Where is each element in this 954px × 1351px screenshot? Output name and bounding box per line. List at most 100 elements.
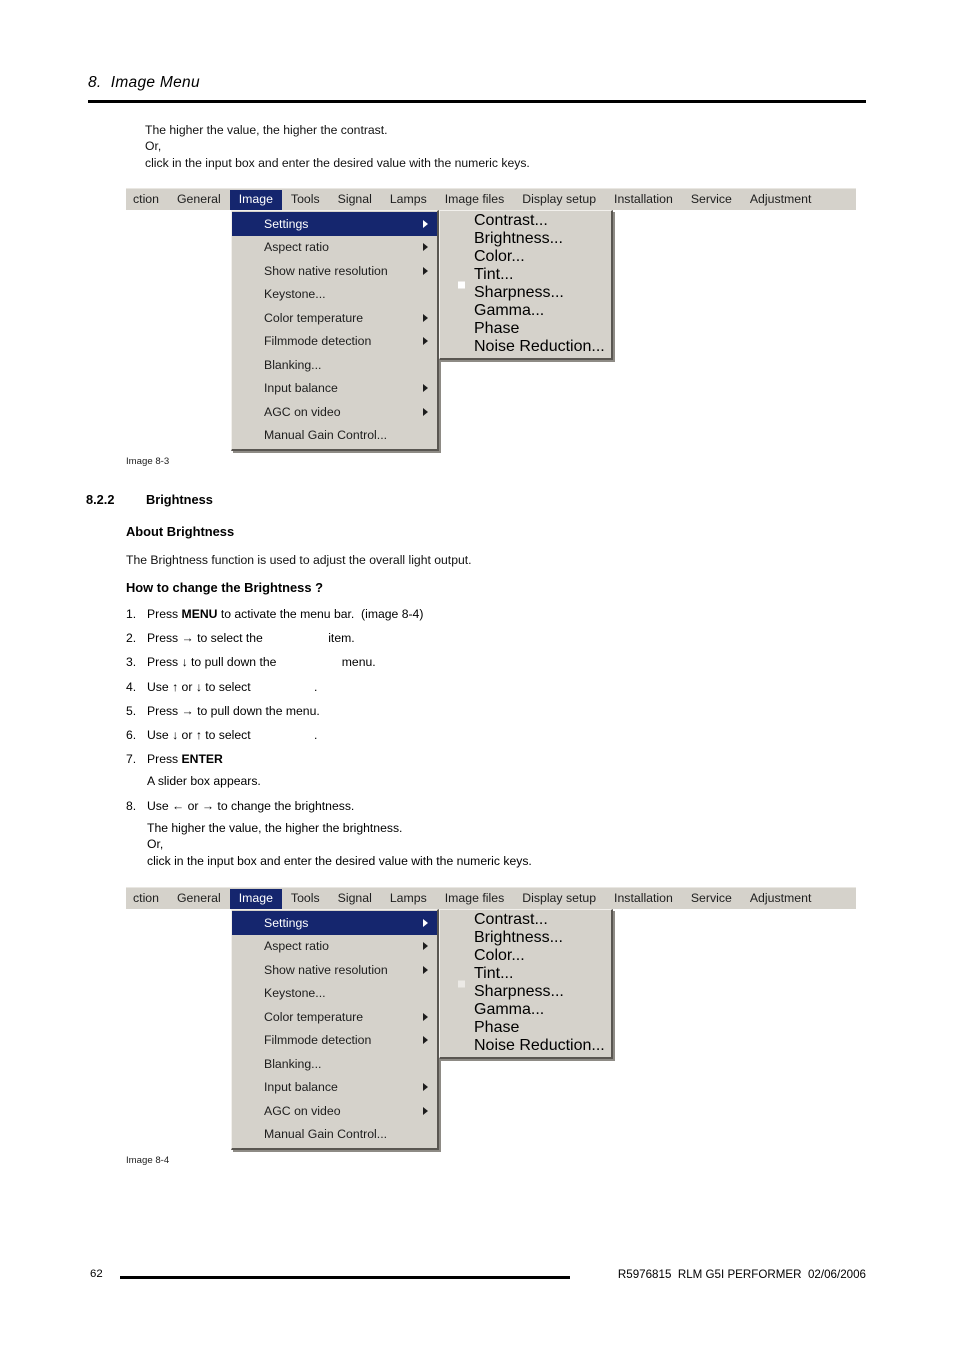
step-text: Use ↑ or ↓ to select .: [147, 679, 317, 695]
menubar-item-installation[interactable]: Installation: [605, 889, 682, 909]
settings-submenu[interactable]: Contrast... Brightness... Color... Tint.…: [439, 210, 613, 360]
submenu-item-sharpness[interactable]: Sharpness...: [440, 284, 611, 302]
submenu-item-label: Sharpness...: [474, 284, 564, 301]
chevron-right-icon: [423, 219, 428, 228]
image-dropdown-menu[interactable]: Settings Aspect ratio Show native resolu…: [231, 210, 439, 451]
menu-item-input-balance[interactable]: Input balance: [232, 1076, 437, 1100]
menu-bar[interactable]: ction General Image Tools Signal Lamps I…: [126, 188, 856, 210]
submenu-item-label: Contrast...: [474, 911, 548, 928]
submenu-item-contrast[interactable]: Contrast...: [440, 911, 611, 987]
step-index: 4.: [126, 679, 137, 694]
step-text-post: .: [314, 728, 318, 743]
menubar-item-tools[interactable]: Tools: [282, 190, 329, 210]
step-text-pre: Press: [147, 607, 182, 621]
step-index: 3.: [126, 655, 137, 670]
menu-item-input-balance[interactable]: Input balance: [232, 377, 437, 401]
step-6: 6. Use ↓ or ↑ to select .: [126, 727, 826, 743]
submenu-item-phase[interactable]: Phase: [440, 1019, 611, 1037]
menubar-item-tools[interactable]: Tools: [282, 889, 329, 909]
submenu-item-label: Noise Reduction...: [474, 338, 605, 355]
submenu-item-label: Brightness...: [474, 929, 563, 946]
menubar-item-adjustment[interactable]: Adjustment: [741, 190, 821, 210]
menubar-item-image[interactable]: Image: [229, 189, 282, 210]
submenu-item-sharpness[interactable]: Sharpness...: [440, 983, 611, 1001]
menu-item-manual-gain-control[interactable]: Manual Gain Control...: [232, 424, 437, 448]
menubar-item-display-setup[interactable]: Display setup: [513, 889, 605, 909]
steps-list: 1. Press MENU to activate the menu bar. …: [126, 606, 826, 822]
submenu-item-noise-reduction[interactable]: Noise Reduction...: [440, 1037, 611, 1055]
menu-item-color-temperature[interactable]: Color temperature: [232, 1005, 437, 1029]
menubar-item-service[interactable]: Service: [682, 190, 741, 210]
chevron-right-icon: [423, 1012, 428, 1021]
menu-item-label: Input balance: [264, 381, 338, 396]
menu-item-keystone[interactable]: Keystone...: [232, 982, 437, 1006]
menubar-item-image-files[interactable]: Image files: [436, 889, 513, 909]
menu-item-agc-on-video[interactable]: AGC on video: [232, 400, 437, 424]
menubar-item-lamps[interactable]: Lamps: [381, 889, 436, 909]
page-title: 8. Image Menu: [88, 74, 200, 91]
menu-overlay-area: Settings Aspect ratio Show native resolu…: [126, 909, 856, 1161]
step-index: 5.: [126, 703, 137, 718]
submenu-item-color[interactable]: Color...: [440, 248, 611, 266]
menu-item-blanking[interactable]: Blanking...: [232, 1052, 437, 1076]
menu-item-manual-gain-control[interactable]: Manual Gain Control...: [232, 1123, 437, 1147]
step-text: Press ↓ to pull down the menu.: [147, 654, 376, 670]
menubar-item-service[interactable]: Service: [682, 889, 741, 909]
menu-item-agc-on-video[interactable]: AGC on video: [232, 1099, 437, 1123]
menu-item-color-temperature[interactable]: Color temperature: [232, 306, 437, 330]
menubar-item-signal[interactable]: Signal: [329, 190, 381, 210]
menu-item-filmmode-detection[interactable]: Filmmode detection: [232, 330, 437, 354]
menu-item-settings[interactable]: Settings: [232, 911, 437, 935]
step-text-post: .: [314, 679, 318, 694]
step-8: 8. Use ← or → to change the brightness.: [126, 798, 826, 814]
menubar-item-general[interactable]: General: [168, 190, 230, 210]
submenu-item-tint[interactable]: Tint...: [440, 965, 611, 983]
submenu-item-gamma[interactable]: Gamma...: [440, 1001, 611, 1019]
menubar-item-general[interactable]: General: [168, 889, 230, 909]
menu-item-aspect-ratio[interactable]: Aspect ratio: [232, 236, 437, 260]
submenu-item-label: Tint...: [474, 965, 514, 982]
menu-item-settings[interactable]: Settings: [232, 212, 437, 236]
menu-bar[interactable]: ction General Image Tools Signal Lamps I…: [126, 887, 856, 909]
menubar-item-selection[interactable]: ction: [131, 190, 168, 210]
menubar-item-installation[interactable]: Installation: [605, 190, 682, 210]
image-dropdown-menu[interactable]: Settings Aspect ratio Show native resolu…: [231, 909, 439, 1150]
step-text-pre: Press ↓ to pull down the: [147, 655, 280, 670]
chevron-right-icon: [423, 942, 428, 951]
step-text: Press MENU to activate the menu bar. (im…: [147, 606, 423, 622]
menu-item-show-native-resolution[interactable]: Show native resolution: [232, 958, 437, 982]
submenu-item-brightness[interactable]: Brightness...: [440, 230, 611, 248]
step-text-pre: Press: [147, 752, 182, 767]
menu-item-filmmode-detection[interactable]: Filmmode detection: [232, 1029, 437, 1053]
submenu-item-label: Color...: [474, 248, 525, 265]
submenu-item-label: Color...: [474, 947, 525, 964]
section-heading: 8.2.2 Brightness: [86, 492, 213, 507]
menubar-item-selection[interactable]: ction: [131, 889, 168, 909]
menu-item-label: Input balance: [264, 1080, 338, 1095]
menu-item-aspect-ratio[interactable]: Aspect ratio: [232, 935, 437, 959]
submenu-item-color[interactable]: Color...: [440, 947, 611, 965]
figure-caption-8-4: Image 8-4: [126, 1155, 170, 1166]
menubar-item-lamps[interactable]: Lamps: [381, 190, 436, 210]
submenu-item-noise-reduction[interactable]: Noise Reduction...: [440, 338, 611, 356]
submenu-item-tint[interactable]: Tint...: [440, 266, 611, 284]
chevron-right-icon: [423, 266, 428, 275]
menubar-item-adjustment[interactable]: Adjustment: [741, 889, 821, 909]
menubar-item-image-files[interactable]: Image files: [436, 190, 513, 210]
step-index: 1.: [126, 607, 137, 621]
menu-item-show-native-resolution[interactable]: Show native resolution: [232, 259, 437, 283]
submenu-item-contrast[interactable]: Contrast...: [440, 212, 611, 288]
section-number: 8.2.2: [86, 492, 115, 507]
menu-item-blanking[interactable]: Blanking...: [232, 353, 437, 377]
menu-item-keystone[interactable]: Keystone...: [232, 283, 437, 307]
menu-item-label: Aspect ratio: [264, 939, 329, 954]
settings-submenu[interactable]: Contrast... Brightness... Color... Tint.…: [439, 909, 613, 1059]
chevron-right-icon: [423, 965, 428, 974]
submenu-item-brightness[interactable]: Brightness...: [440, 929, 611, 947]
submenu-item-phase[interactable]: Phase: [440, 320, 611, 338]
menubar-item-display-setup[interactable]: Display setup: [513, 190, 605, 210]
menubar-item-signal[interactable]: Signal: [329, 889, 381, 909]
submenu-item-gamma[interactable]: Gamma...: [440, 302, 611, 320]
submenu-item-label: Tint...: [474, 266, 514, 283]
menubar-item-image[interactable]: Image: [229, 888, 282, 909]
